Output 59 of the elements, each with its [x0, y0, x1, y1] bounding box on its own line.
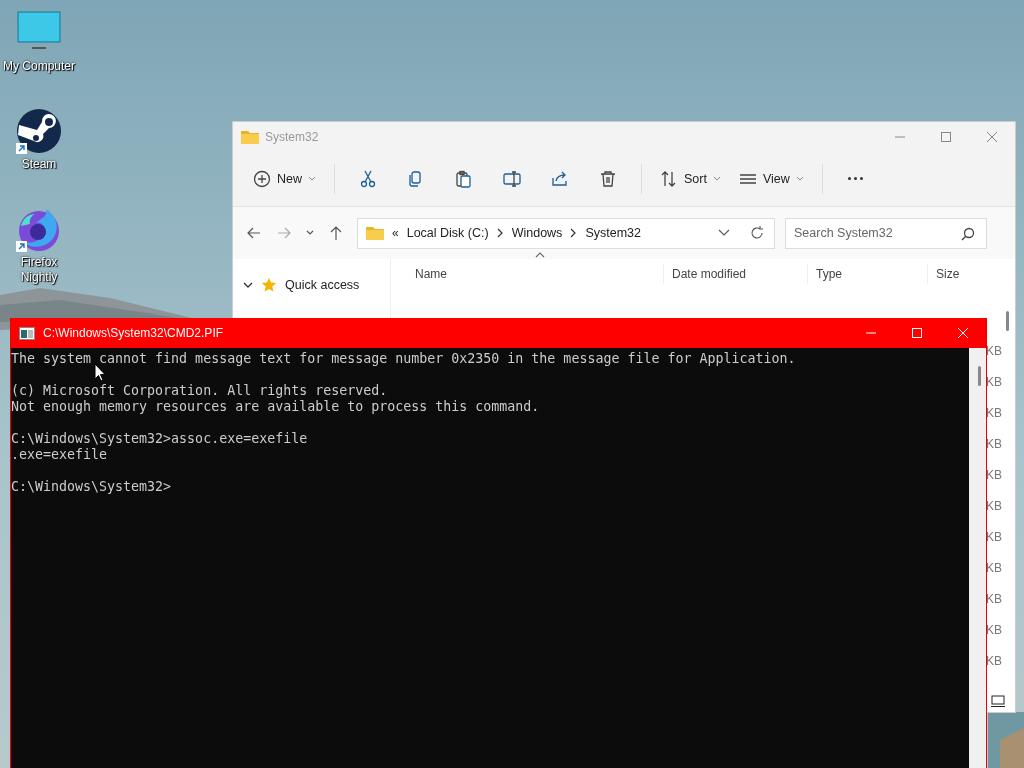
table-cell: KB — [986, 436, 1002, 451]
console-line: .exe=exefile — [11, 447, 109, 463]
search-field[interactable]: Search System32 — [785, 217, 987, 249]
sort-icon — [660, 169, 678, 188]
star-icon — [261, 277, 277, 293]
overflow-button[interactable]: « — [392, 226, 399, 240]
new-button[interactable]: New — [245, 160, 324, 197]
table-cell: KB — [986, 498, 1002, 513]
table-cell: KB — [986, 591, 1002, 606]
console-line: C:\Windows\System32>assoc.exe=exefile — [11, 431, 309, 447]
table-cell: KB — [986, 653, 1002, 668]
search-icon[interactable] — [961, 226, 975, 241]
table-cell: KB — [986, 343, 1002, 358]
details-pane-icon[interactable] — [991, 695, 1005, 707]
console-icon — [19, 326, 35, 340]
trash-icon — [599, 169, 617, 188]
folder-icon — [241, 129, 259, 144]
steam-icon[interactable] — [16, 108, 62, 154]
clipboard-icon — [455, 169, 473, 188]
table-cell: KB — [986, 560, 1002, 575]
table-cell: KB — [986, 405, 1002, 420]
scrollbar-thumb-icon[interactable] — [978, 366, 981, 386]
window-title: System32 — [265, 129, 320, 144]
column-header[interactable]: Type — [808, 264, 928, 284]
refresh-icon[interactable] — [750, 226, 764, 240]
scissors-icon — [359, 169, 377, 188]
breadcrumb[interactable]: Windows — [511, 226, 563, 240]
table-cell: KB — [986, 529, 1002, 544]
window-title: C:\Windows\System32\CMD2.PIF — [43, 326, 225, 340]
view-button[interactable]: View — [730, 160, 812, 197]
scrollbar-thumb-icon[interactable] — [1006, 311, 1009, 331]
plus-circle-icon — [253, 169, 271, 188]
caret-icon[interactable] — [718, 229, 730, 237]
firefox-icon[interactable] — [16, 206, 62, 252]
console-line: The system cannot find message text for message number 0x2350 in the message file for Application. — [11, 351, 797, 367]
breadcrumb[interactable]: Local Disk (C:) — [406, 226, 489, 240]
sidebar-item[interactable]: Quick access — [233, 275, 390, 295]
share-icon — [551, 169, 569, 188]
column-header[interactable]: Size — [928, 264, 1008, 284]
shore-drawing — [988, 712, 1024, 768]
column-header[interactable]: Date modified — [664, 264, 808, 284]
breadcrumb[interactable]: System32 — [585, 226, 641, 240]
column-header[interactable]: Name — [391, 264, 664, 284]
mouse-cursor-icon — [94, 363, 106, 382]
folder-icon — [366, 226, 384, 240]
table-cell: KB — [986, 467, 1002, 482]
sort-button[interactable]: Sort — [652, 160, 729, 197]
sort-up-icon — [535, 252, 545, 258]
chevron-down-icon[interactable] — [243, 280, 253, 290]
console-line: C:\Windows\System32> — [11, 479, 173, 495]
console-line: Not enough memory resources are available to process this command. — [11, 399, 541, 415]
table-cell: KB — [986, 622, 1002, 637]
chevron-right-icon — [496, 228, 504, 238]
chevron-right-icon — [570, 228, 578, 238]
more-icon — [848, 177, 864, 180]
console-line: (c) Microsoft Corporation. All rights reserved. — [11, 383, 389, 399]
table-cell: KB — [986, 374, 1002, 389]
address-bar[interactable]: « Local Disk (C:) Windows System32 — [357, 217, 775, 249]
rename-icon — [503, 169, 521, 188]
